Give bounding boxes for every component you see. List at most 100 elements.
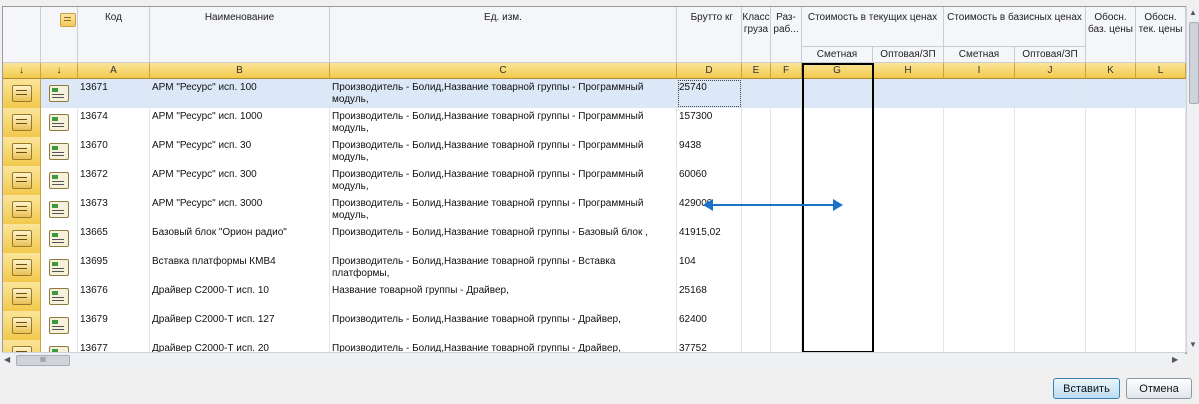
- column-letter[interactable]: L: [1136, 63, 1186, 79]
- cell-empty[interactable]: [1136, 137, 1186, 166]
- cell-empty[interactable]: [742, 108, 771, 137]
- cell-empty[interactable]: [944, 282, 1015, 311]
- cell-empty[interactable]: [1015, 108, 1086, 137]
- header-brutto[interactable]: Брутто кг: [677, 7, 742, 63]
- cell-empty[interactable]: [742, 253, 771, 282]
- cell-empty[interactable]: [771, 79, 802, 108]
- cell-empty[interactable]: [1086, 195, 1136, 224]
- table-grid-icon[interactable]: [49, 201, 69, 218]
- row-sheet-icon[interactable]: [11, 114, 32, 131]
- row-select-cell[interactable]: [3, 224, 41, 253]
- cell-empty[interactable]: [802, 79, 873, 108]
- cell-empty[interactable]: [771, 282, 802, 311]
- cell-brutto[interactable]: 9438: [677, 137, 742, 166]
- cell-empty[interactable]: [771, 224, 802, 253]
- cell-empty[interactable]: [771, 108, 802, 137]
- cell-empty[interactable]: [873, 282, 944, 311]
- cell-empty[interactable]: [1015, 282, 1086, 311]
- header-stoim-baz[interactable]: Стоимость в базисных ценах: [944, 7, 1086, 47]
- table-row[interactable]: 13695 Вставка платформы КМВ4 Производитель…: [3, 253, 1186, 283]
- cell-empty[interactable]: [873, 137, 944, 166]
- cell-naimenovanie[interactable]: Драйвер С2000-Т исп. 127: [150, 311, 330, 340]
- header-stoim-tek[interactable]: Стоимость в текущих ценах: [802, 7, 944, 47]
- header-klass[interactable]: Класс груза: [742, 7, 771, 63]
- cell-brutto[interactable]: 25740: [677, 79, 742, 108]
- cell-ed-izm[interactable]: Производитель - Болид,Название товарной …: [330, 253, 677, 282]
- vertical-scrollbar[interactable]: ▲ ▼: [1186, 6, 1199, 352]
- row-action-cell[interactable]: [41, 137, 78, 166]
- cell-empty[interactable]: [873, 253, 944, 282]
- row-select-cell[interactable]: [3, 311, 41, 340]
- table-row[interactable]: 13674 АРМ "Ресурс" исп. 1000 Производитель…: [3, 108, 1186, 138]
- cell-empty[interactable]: [771, 253, 802, 282]
- row-action-cell[interactable]: [41, 195, 78, 224]
- cell-naimenovanie[interactable]: Базовый блок "Орион радио": [150, 224, 330, 253]
- cell-empty[interactable]: [1136, 166, 1186, 195]
- header-obosn-baz[interactable]: Обосн. баз. цены: [1086, 7, 1136, 63]
- cell-brutto[interactable]: 104: [677, 253, 742, 282]
- cell-kod[interactable]: 13679: [78, 311, 150, 340]
- cell-empty[interactable]: [1136, 253, 1186, 282]
- scroll-down-icon[interactable]: ▼: [1188, 340, 1198, 350]
- cell-empty[interactable]: [1015, 195, 1086, 224]
- sort-arrow-icon[interactable]: ↓: [3, 63, 41, 79]
- row-action-cell[interactable]: [41, 108, 78, 137]
- cell-ed-izm[interactable]: Производитель - Болид,Название товарной …: [330, 137, 677, 166]
- cell-kod[interactable]: 13672: [78, 166, 150, 195]
- column-letter[interactable]: F: [771, 63, 802, 79]
- cancel-button[interactable]: Отмена: [1126, 378, 1192, 399]
- column-letter[interactable]: B: [150, 63, 330, 79]
- cell-empty[interactable]: [1086, 79, 1136, 108]
- cell-brutto[interactable]: 41915,02: [677, 224, 742, 253]
- column-letter[interactable]: D: [677, 63, 742, 79]
- data-grid[interactable]: Код Наименование Ед. изм. Брутто кг Клас…: [2, 6, 1187, 354]
- cell-kod[interactable]: 13671: [78, 79, 150, 108]
- table-grid-icon[interactable]: [49, 114, 69, 131]
- header-smetnaya-tek[interactable]: Сметная: [802, 47, 873, 63]
- table-grid-icon[interactable]: [49, 288, 69, 305]
- row-select-cell[interactable]: [3, 108, 41, 137]
- scroll-left-icon[interactable]: ◀: [4, 354, 14, 366]
- table-row[interactable]: 13679 Драйвер С2000-Т исп. 127 Производите…: [3, 311, 1186, 341]
- table-row[interactable]: 13673 АРМ "Ресурс" исп. 3000 Производитель…: [3, 195, 1186, 225]
- cell-ed-izm[interactable]: Производитель - Болид,Название товарной …: [330, 224, 677, 253]
- row-action-cell[interactable]: [41, 224, 78, 253]
- cell-kod[interactable]: 13674: [78, 108, 150, 137]
- column-letter[interactable]: H: [873, 63, 944, 79]
- cell-kod[interactable]: 13670: [78, 137, 150, 166]
- cell-empty[interactable]: [944, 166, 1015, 195]
- cell-empty[interactable]: [802, 137, 873, 166]
- cell-empty[interactable]: [742, 166, 771, 195]
- column-letter[interactable]: C: [330, 63, 677, 79]
- cell-empty[interactable]: [873, 108, 944, 137]
- cell-empty[interactable]: [802, 166, 873, 195]
- header-optovaya-baz[interactable]: Оптовая/ЗП: [1015, 47, 1086, 63]
- cell-kod[interactable]: 13665: [78, 224, 150, 253]
- cell-empty[interactable]: [944, 224, 1015, 253]
- cell-empty[interactable]: [1086, 311, 1136, 340]
- column-letter[interactable]: I: [944, 63, 1015, 79]
- header-razrab[interactable]: Раз-раб...: [771, 7, 802, 63]
- cell-empty[interactable]: [944, 79, 1015, 108]
- cell-empty[interactable]: [802, 224, 873, 253]
- header-ed-izm[interactable]: Ед. изм.: [330, 7, 677, 63]
- header-optovaya-tek[interactable]: Оптовая/ЗП: [873, 47, 944, 63]
- scroll-right-icon[interactable]: ▶: [1172, 354, 1182, 366]
- cell-empty[interactable]: [1086, 166, 1136, 195]
- row-select-cell[interactable]: [3, 166, 41, 195]
- cell-empty[interactable]: [1015, 79, 1086, 108]
- row-action-cell[interactable]: [41, 282, 78, 311]
- header-smetnaya-baz[interactable]: Сметная: [944, 47, 1015, 63]
- cell-empty[interactable]: [944, 195, 1015, 224]
- table-row[interactable]: 13676 Драйвер С2000-Т исп. 10 Название тов…: [3, 282, 1186, 312]
- cell-empty[interactable]: [1136, 282, 1186, 311]
- row-sheet-icon[interactable]: [11, 143, 32, 160]
- cell-naimenovanie[interactable]: АРМ "Ресурс" исп. 3000: [150, 195, 330, 224]
- cell-ed-izm[interactable]: Производитель - Болид,Название товарной …: [330, 195, 677, 224]
- cell-brutto[interactable]: 62400: [677, 311, 742, 340]
- cell-naimenovanie[interactable]: Драйвер С2000-Т исп. 10: [150, 282, 330, 311]
- cell-brutto[interactable]: 60060: [677, 166, 742, 195]
- insert-button[interactable]: Вставить: [1053, 378, 1120, 399]
- row-sheet-icon[interactable]: [11, 172, 32, 189]
- row-select-cell[interactable]: [3, 137, 41, 166]
